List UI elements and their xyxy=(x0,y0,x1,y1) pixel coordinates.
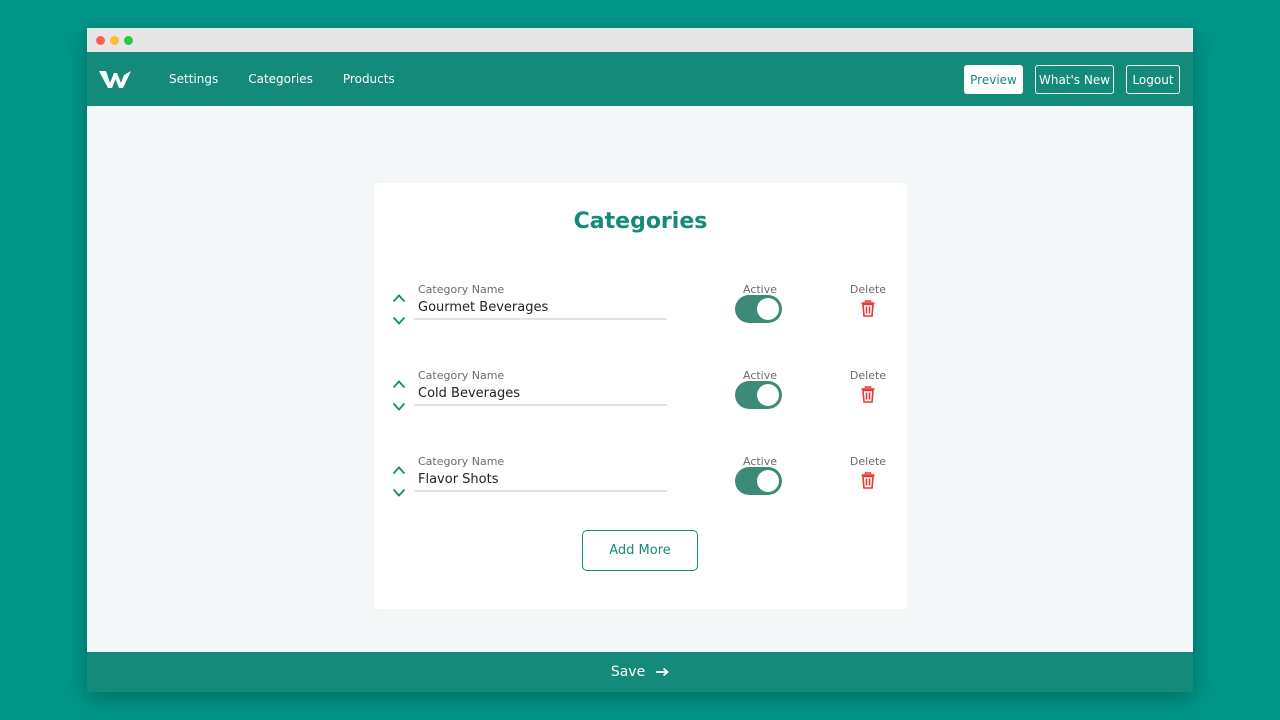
category-row: Category Name Active Delete xyxy=(374,361,907,447)
logout-button[interactable]: Logout xyxy=(1126,65,1180,94)
trash-icon[interactable] xyxy=(860,386,876,403)
close-window-dot[interactable] xyxy=(96,36,105,45)
category-row: Category Name Active Delete xyxy=(374,275,907,361)
minimize-window-dot[interactable] xyxy=(110,36,119,45)
chevron-up-icon[interactable] xyxy=(392,293,406,303)
category-name-input[interactable] xyxy=(414,472,667,492)
category-name-label: Category Name xyxy=(418,455,505,468)
delete-label: Delete xyxy=(849,283,887,296)
main-nav: Settings Categories Products xyxy=(169,52,395,106)
category-name-label: Category Name xyxy=(418,369,505,382)
window-titlebar xyxy=(87,28,1193,52)
nav-link-categories[interactable]: Categories xyxy=(248,72,313,86)
categories-card: Categories Category Name Active Delete C… xyxy=(374,183,907,609)
chevron-down-icon[interactable] xyxy=(392,488,406,498)
chevron-up-icon[interactable] xyxy=(392,465,406,475)
trash-icon[interactable] xyxy=(860,472,876,489)
add-more-button[interactable]: Add More xyxy=(582,530,698,571)
chevron-down-icon[interactable] xyxy=(392,402,406,412)
active-toggle[interactable] xyxy=(735,295,782,323)
delete-label: Delete xyxy=(849,369,887,382)
page-title: Categories xyxy=(573,209,708,234)
logo-w-icon[interactable] xyxy=(99,67,131,91)
app-window: Settings Categories Products Preview Wha… xyxy=(87,28,1193,692)
arrow-right-icon xyxy=(656,667,670,677)
category-name-input[interactable] xyxy=(414,300,667,320)
nav-link-settings[interactable]: Settings xyxy=(169,72,218,86)
active-toggle[interactable] xyxy=(735,381,782,409)
top-navbar: Settings Categories Products Preview Wha… xyxy=(87,52,1193,106)
reorder-controls xyxy=(392,461,406,501)
trash-icon[interactable] xyxy=(860,300,876,317)
category-name-label: Category Name xyxy=(418,283,505,296)
save-bar[interactable]: Save xyxy=(87,652,1193,692)
delete-label: Delete xyxy=(849,455,887,468)
toggle-knob xyxy=(757,298,779,320)
category-name-input[interactable] xyxy=(414,386,667,406)
toggle-knob xyxy=(757,384,779,406)
preview-button[interactable]: Preview xyxy=(964,65,1023,94)
save-label: Save xyxy=(610,664,646,680)
toggle-knob xyxy=(757,470,779,492)
category-row: Category Name Active Delete xyxy=(374,447,907,533)
nav-actions: Preview What's New Logout xyxy=(964,65,1180,94)
maximize-window-dot[interactable] xyxy=(124,36,133,45)
reorder-controls xyxy=(392,375,406,415)
nav-link-products[interactable]: Products xyxy=(343,72,395,86)
chevron-up-icon[interactable] xyxy=(392,379,406,389)
reorder-controls xyxy=(392,289,406,329)
active-toggle[interactable] xyxy=(735,467,782,495)
whats-new-button[interactable]: What's New xyxy=(1035,65,1114,94)
chevron-down-icon[interactable] xyxy=(392,316,406,326)
